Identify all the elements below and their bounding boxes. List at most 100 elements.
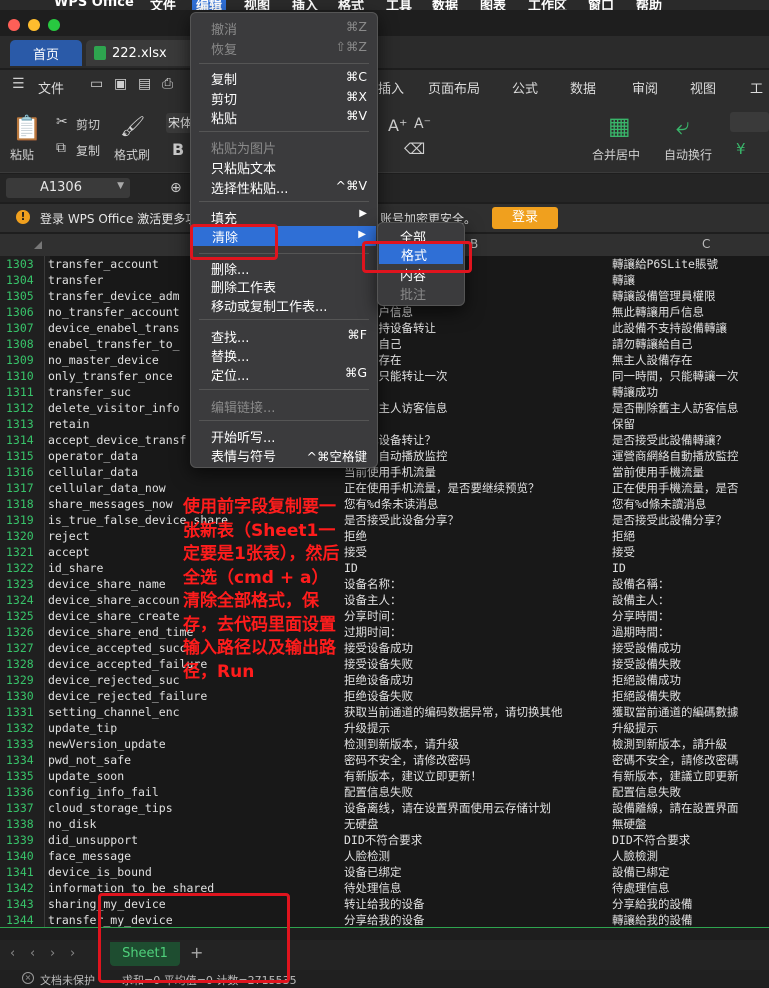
row-number[interactable]: 1305 xyxy=(0,288,50,304)
cell-b[interactable]: 接受 xyxy=(344,544,612,560)
cell-b[interactable]: 接受设备失败 xyxy=(344,656,612,672)
sheet-nav-first-icon[interactable]: ‹ xyxy=(10,946,15,961)
cell-c[interactable]: 設備已綁定 xyxy=(612,864,769,880)
paste-icon[interactable]: 📋 xyxy=(12,114,42,142)
cell-c[interactable]: 獲取當前通道的編碼數據 xyxy=(612,704,769,720)
cell-c[interactable]: 升級提示 xyxy=(612,720,769,736)
tab-home[interactable]: 首页 xyxy=(10,40,82,66)
ribbon-tab-insert[interactable]: 插入 xyxy=(378,78,404,97)
menu-emoji-symbols[interactable]: 表情与符号 xyxy=(211,446,276,465)
table-row[interactable]: 1307 device_enabel_trans 备不支持设备转让 此設備不支持設備轉… xyxy=(0,320,769,336)
menu-goto[interactable]: 定位... xyxy=(211,365,249,384)
table-row[interactable]: 1327 device_accepted_succ 接受设备成功 接受設備成功 xyxy=(0,640,769,656)
row-number[interactable]: 1337 xyxy=(0,800,50,816)
cell-a[interactable]: setting_channel_enc xyxy=(48,704,368,720)
table-row[interactable]: 1313 retain 保留 xyxy=(0,416,769,432)
row-number[interactable]: 1318 xyxy=(0,496,50,512)
cell-c[interactable]: 是否刪除舊主人訪客信息 xyxy=(612,400,769,416)
row-number[interactable]: 1308 xyxy=(0,336,50,352)
ribbon-tab-file[interactable]: 文件 xyxy=(38,78,64,97)
table-row[interactable]: 1317 cellular_data_now 正在使用手机流量，是否要继续预览？ 正在… xyxy=(0,480,769,496)
cell-b[interactable]: ID xyxy=(344,560,612,576)
cell-b[interactable]: 升级提示 xyxy=(344,720,612,736)
cell-c[interactable]: 設備離線，請在設置界面 xyxy=(612,800,769,816)
table-row[interactable]: 1336 config_info_fail 配置信息失败 配置信息失敗 xyxy=(0,784,769,800)
row-number[interactable]: 1339 xyxy=(0,832,50,848)
menubar-file[interactable]: 文件 xyxy=(150,0,176,10)
cell-b[interactable]: 有新版本，建议立即更新！ xyxy=(344,768,612,784)
row-number[interactable]: 1336 xyxy=(0,784,50,800)
currency-icon[interactable]: ¥ xyxy=(736,140,746,158)
row-number[interactable]: 1329 xyxy=(0,672,50,688)
table-row[interactable]: 1322 id_share ID ID xyxy=(0,560,769,576)
table-row[interactable]: 1330 device_rejected_failure 拒绝设备失败 拒絕設備失敗 xyxy=(0,688,769,704)
cell-c[interactable]: 有新版本，建議立即更新 xyxy=(612,768,769,784)
sheet-nav-last-icon[interactable]: › xyxy=(70,946,75,961)
row-number[interactable]: 1315 xyxy=(0,448,50,464)
menubar-help[interactable]: 帮助 xyxy=(636,0,662,10)
table-row[interactable]: 1310 only_transfer_once 时间，只能转让一次 同一時間，只能轉讓… xyxy=(0,368,769,384)
menubar-app[interactable]: WPS Office xyxy=(54,0,134,10)
menu-cut[interactable]: 剪切 xyxy=(211,89,237,108)
cell-b[interactable]: 人脸检测 xyxy=(344,848,612,864)
table-row[interactable]: 1309no_master_device人设备存在無主人設備存在 xyxy=(0,352,769,368)
row-number[interactable]: 1314 xyxy=(0,432,50,448)
bold-icon[interactable]: B xyxy=(172,140,184,159)
row-number[interactable]: 1326 xyxy=(0,624,50,640)
cell-b[interactable]: 检测到新版本，请升级 xyxy=(344,736,612,752)
ribbon-tab-view[interactable]: 视图 xyxy=(690,78,716,97)
table-row[interactable]: 1314 accept_device_transf 接受此设备转让？ 是否接受此設備轉… xyxy=(0,432,769,448)
menu-edit-links[interactable]: 编辑链接... xyxy=(211,397,275,416)
row-number[interactable]: 1340 xyxy=(0,848,50,864)
copy-icon[interactable]: ⧉ xyxy=(56,140,66,156)
cell-b[interactable]: 获取当前通道的编码数据异常，请切换其他 xyxy=(344,704,612,720)
menubar-format[interactable]: 格式 xyxy=(338,0,364,10)
table-row[interactable]: 1332 update_tip 升级提示 升級提示 xyxy=(0,720,769,736)
cell-c[interactable]: 過期時間： xyxy=(612,624,769,640)
decrease-font-icon[interactable]: A⁻ xyxy=(414,116,431,132)
pdf-icon[interactable]: ▤ xyxy=(138,76,151,92)
row-number[interactable]: 1310 xyxy=(0,368,50,384)
cell-a[interactable]: face_message xyxy=(48,848,368,864)
cell-c[interactable]: 轉讓給我的設備 xyxy=(612,912,769,928)
cell-c[interactable]: 設備名稱： xyxy=(612,576,769,592)
cell-c[interactable]: 正在使用手機流量，是否 xyxy=(612,480,769,496)
table-row[interactable]: 1337 cloud_storage_tips 设备离线，请在设置界面使用云存储计划… xyxy=(0,800,769,816)
menu-copy[interactable]: 复制 xyxy=(211,69,237,88)
row-number[interactable]: 1319 xyxy=(0,512,50,528)
row-number[interactable]: 1307 xyxy=(0,320,50,336)
menubar-window[interactable]: 窗口 xyxy=(588,0,614,10)
cell-c[interactable]: 無主人設備存在 xyxy=(612,352,769,368)
ribbon-tab-review[interactable]: 审阅 xyxy=(632,78,658,97)
menubar-workspace[interactable]: 工作区 xyxy=(528,0,567,10)
cell-c[interactable]: 是否接受此設備分享？ xyxy=(612,512,769,528)
cell-b[interactable]: 设备已绑定 xyxy=(344,864,612,880)
cell-a[interactable]: update_soon xyxy=(48,768,368,784)
row-number[interactable]: 1332 xyxy=(0,720,50,736)
table-row[interactable]: 1326 device_share_end_time 过期时间： 過期時間： xyxy=(0,624,769,640)
row-number[interactable]: 1322 xyxy=(0,560,50,576)
cell-a[interactable]: pwd_not_safe xyxy=(48,752,368,768)
cell-b[interactable]: 分享时间： xyxy=(344,608,612,624)
menu-undo[interactable]: 撤消 xyxy=(211,19,237,38)
login-button[interactable]: 登录 xyxy=(492,207,558,229)
cell-b[interactable]: 成功 xyxy=(344,384,612,400)
cell-b[interactable]: 过期时间： xyxy=(344,624,612,640)
cut-button-label[interactable]: 剪切 xyxy=(76,116,100,133)
cell-b[interactable]: 配置信息失败 xyxy=(344,784,612,800)
row-number[interactable]: 1327 xyxy=(0,640,50,656)
cell-a[interactable]: update_tip xyxy=(48,720,368,736)
menubar-edit[interactable]: 编辑 xyxy=(192,0,227,10)
menu-paste[interactable]: 粘贴 xyxy=(211,108,237,127)
cell-c[interactable]: 是否接受此設備轉讓？ xyxy=(612,432,769,448)
row-number[interactable]: 1343 xyxy=(0,896,50,912)
cell-b[interactable]: 是否接受此设备分享？ xyxy=(344,512,612,528)
row-number[interactable]: 1333 xyxy=(0,736,50,752)
menu-move-copy-sheet[interactable]: 移动或复制工作表... xyxy=(211,296,327,315)
scissors-icon[interactable]: ✂ xyxy=(56,114,68,130)
ribbon-tab-data[interactable]: 数据 xyxy=(570,78,596,97)
cell-b[interactable]: 接受此设备转让？ xyxy=(344,432,612,448)
close-window-button[interactable] xyxy=(8,19,20,31)
cell-b[interactable]: 删除旧主人访客信息 xyxy=(344,400,612,416)
menu-icon[interactable]: ☰ xyxy=(12,76,25,92)
